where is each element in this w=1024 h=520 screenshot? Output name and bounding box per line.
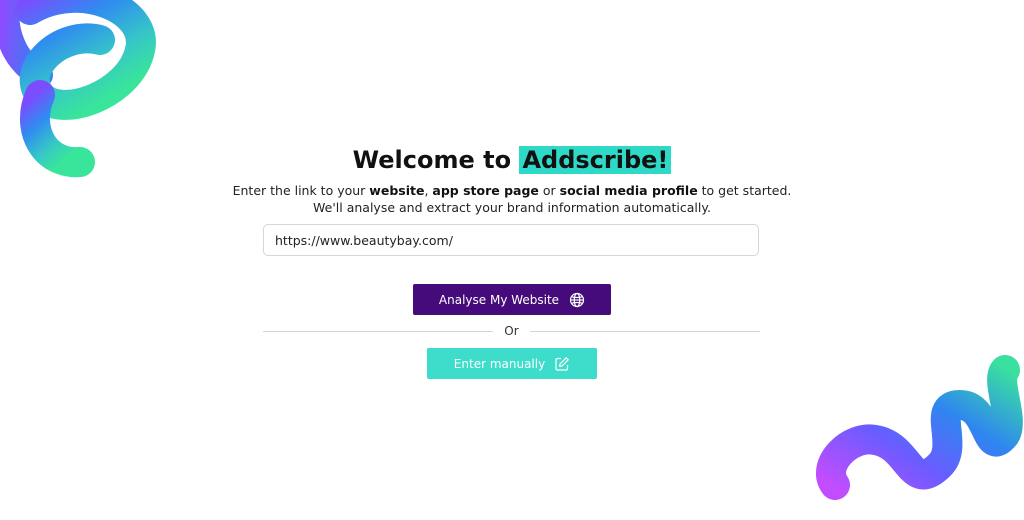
intro-text: Enter the link to your website, app stor… (0, 182, 1024, 216)
page-title: Welcome to Addscribe! (0, 146, 1024, 174)
or-divider: Or (263, 323, 760, 339)
title-prefix: Welcome to (352, 146, 520, 174)
decorative-squiggle-bottom-right (816, 355, 1023, 500)
website-url-input[interactable] (263, 224, 759, 256)
analyse-website-button[interactable]: Analyse My Website (413, 284, 611, 315)
intro-line-2: We'll analyse and extract your brand inf… (313, 200, 711, 215)
analyse-button-label: Analyse My Website (438, 292, 560, 307)
intro-text-part: or (538, 183, 560, 198)
intro-text-part: to get started. (697, 183, 792, 198)
intro-text-part: Enter the link to your (232, 183, 370, 198)
brand-name-highlight: Addscribe! (519, 146, 672, 174)
intro-keyword-social: social media profile (559, 183, 698, 198)
edit-icon (554, 356, 570, 372)
intro-keyword-app-store: app store page (432, 183, 539, 198)
manual-button-label: Enter manually (453, 356, 546, 371)
intro-keyword-website: website (369, 183, 425, 198)
divider-line-right (530, 331, 760, 332)
intro-line-1: Enter the link to your website, app stor… (0, 182, 1024, 199)
globe-icon (569, 292, 585, 308)
page: Welcome to Addscribe! Enter the link to … (0, 0, 1024, 520)
enter-manually-button[interactable]: Enter manually (427, 348, 597, 379)
